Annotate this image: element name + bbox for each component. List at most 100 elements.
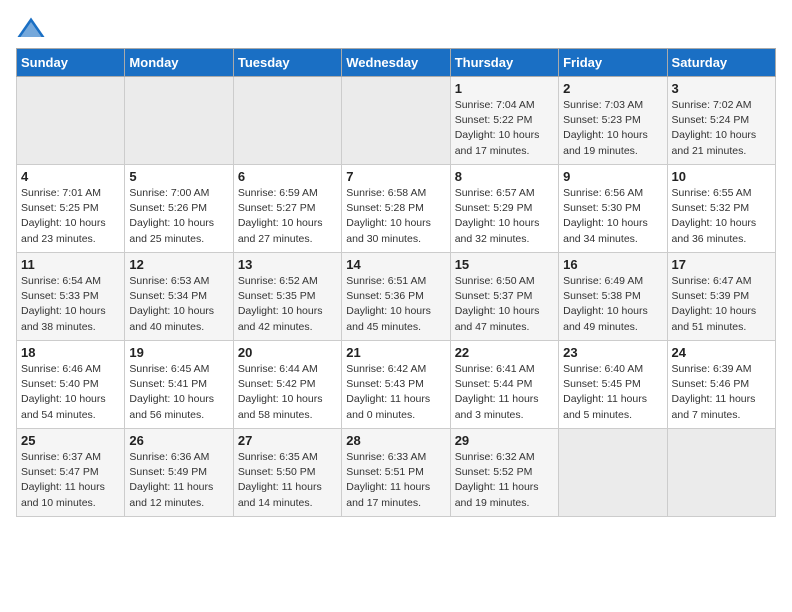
day-number: 6 (238, 169, 337, 184)
calendar-day-cell: 8 Sunrise: 6:57 AMSunset: 5:29 PMDaylight… (450, 165, 558, 253)
day-info: Sunrise: 7:00 AMSunset: 5:26 PMDaylight:… (129, 186, 228, 247)
calendar-day-cell: 25 Sunrise: 6:37 AMSunset: 5:47 PMDayligh… (17, 429, 125, 517)
day-info: Sunrise: 6:39 AMSunset: 5:46 PMDaylight:… (672, 362, 771, 423)
day-number: 18 (21, 345, 120, 360)
day-info: Sunrise: 6:33 AMSunset: 5:51 PMDaylight:… (346, 450, 445, 511)
day-info: Sunrise: 6:46 AMSunset: 5:40 PMDaylight:… (21, 362, 120, 423)
day-number: 19 (129, 345, 228, 360)
calendar-day-cell (559, 429, 667, 517)
calendar-day-cell: 20 Sunrise: 6:44 AMSunset: 5:42 PMDayligh… (233, 341, 341, 429)
day-number: 7 (346, 169, 445, 184)
day-info: Sunrise: 6:42 AMSunset: 5:43 PMDaylight:… (346, 362, 445, 423)
calendar-day-cell: 26 Sunrise: 6:36 AMSunset: 5:49 PMDayligh… (125, 429, 233, 517)
calendar-body: 1 Sunrise: 7:04 AMSunset: 5:22 PMDaylight… (17, 77, 776, 517)
calendar-day-cell: 29 Sunrise: 6:32 AMSunset: 5:52 PMDayligh… (450, 429, 558, 517)
day-number: 13 (238, 257, 337, 272)
calendar-week-row: 4 Sunrise: 7:01 AMSunset: 5:25 PMDaylight… (17, 165, 776, 253)
day-info: Sunrise: 6:45 AMSunset: 5:41 PMDaylight:… (129, 362, 228, 423)
day-number: 27 (238, 433, 337, 448)
calendar-day-cell: 3 Sunrise: 7:02 AMSunset: 5:24 PMDaylight… (667, 77, 775, 165)
calendar-day-cell (125, 77, 233, 165)
day-number: 23 (563, 345, 662, 360)
day-number: 29 (455, 433, 554, 448)
calendar-day-cell: 5 Sunrise: 7:00 AMSunset: 5:26 PMDaylight… (125, 165, 233, 253)
calendar-day-cell: 7 Sunrise: 6:58 AMSunset: 5:28 PMDaylight… (342, 165, 450, 253)
day-number: 9 (563, 169, 662, 184)
calendar-day-cell: 23 Sunrise: 6:40 AMSunset: 5:45 PMDayligh… (559, 341, 667, 429)
day-info: Sunrise: 7:03 AMSunset: 5:23 PMDaylight:… (563, 98, 662, 159)
calendar-day-cell: 15 Sunrise: 6:50 AMSunset: 5:37 PMDayligh… (450, 253, 558, 341)
day-info: Sunrise: 7:04 AMSunset: 5:22 PMDaylight:… (455, 98, 554, 159)
day-number: 17 (672, 257, 771, 272)
weekday-header-cell: Sunday (17, 49, 125, 77)
day-number: 16 (563, 257, 662, 272)
day-info: Sunrise: 6:51 AMSunset: 5:36 PMDaylight:… (346, 274, 445, 335)
calendar-week-row: 18 Sunrise: 6:46 AMSunset: 5:40 PMDayligh… (17, 341, 776, 429)
day-number: 1 (455, 81, 554, 96)
day-info: Sunrise: 6:37 AMSunset: 5:47 PMDaylight:… (21, 450, 120, 511)
day-info: Sunrise: 7:01 AMSunset: 5:25 PMDaylight:… (21, 186, 120, 247)
day-number: 3 (672, 81, 771, 96)
calendar-day-cell: 2Sunrise: 7:03 AMSunset: 5:23 PMDaylight… (559, 77, 667, 165)
day-info: Sunrise: 6:36 AMSunset: 5:49 PMDaylight:… (129, 450, 228, 511)
calendar-day-cell: 14 Sunrise: 6:51 AMSunset: 5:36 PMDayligh… (342, 253, 450, 341)
calendar-day-cell: 27 Sunrise: 6:35 AMSunset: 5:50 PMDayligh… (233, 429, 341, 517)
weekday-header-cell: Friday (559, 49, 667, 77)
calendar-day-cell: 4 Sunrise: 7:01 AMSunset: 5:25 PMDaylight… (17, 165, 125, 253)
day-info: Sunrise: 6:52 AMSunset: 5:35 PMDaylight:… (238, 274, 337, 335)
calendar-day-cell (342, 77, 450, 165)
day-number: 22 (455, 345, 554, 360)
day-number: 8 (455, 169, 554, 184)
calendar-day-cell: 1 Sunrise: 7:04 AMSunset: 5:22 PMDaylight… (450, 77, 558, 165)
day-info: Sunrise: 6:54 AMSunset: 5:33 PMDaylight:… (21, 274, 120, 335)
calendar-day-cell: 10 Sunrise: 6:55 AMSunset: 5:32 PMDayligh… (667, 165, 775, 253)
calendar-day-cell: 16 Sunrise: 6:49 AMSunset: 5:38 PMDayligh… (559, 253, 667, 341)
header (16, 16, 776, 40)
calendar-day-cell: 22 Sunrise: 6:41 AMSunset: 5:44 PMDayligh… (450, 341, 558, 429)
day-number: 5 (129, 169, 228, 184)
day-number: 28 (346, 433, 445, 448)
calendar-day-cell: 11 Sunrise: 6:54 AMSunset: 5:33 PMDayligh… (17, 253, 125, 341)
calendar-week-row: 1 Sunrise: 7:04 AMSunset: 5:22 PMDaylight… (17, 77, 776, 165)
calendar-day-cell (667, 429, 775, 517)
calendar-week-row: 25 Sunrise: 6:37 AMSunset: 5:47 PMDayligh… (17, 429, 776, 517)
calendar-day-cell: 13 Sunrise: 6:52 AMSunset: 5:35 PMDayligh… (233, 253, 341, 341)
day-number: 10 (672, 169, 771, 184)
day-info: Sunrise: 6:41 AMSunset: 5:44 PMDaylight:… (455, 362, 554, 423)
day-info: Sunrise: 6:57 AMSunset: 5:29 PMDaylight:… (455, 186, 554, 247)
day-info: Sunrise: 6:50 AMSunset: 5:37 PMDaylight:… (455, 274, 554, 335)
calendar-day-cell: 18 Sunrise: 6:46 AMSunset: 5:40 PMDayligh… (17, 341, 125, 429)
weekday-header-cell: Tuesday (233, 49, 341, 77)
day-info: Sunrise: 6:58 AMSunset: 5:28 PMDaylight:… (346, 186, 445, 247)
calendar-week-row: 11 Sunrise: 6:54 AMSunset: 5:33 PMDayligh… (17, 253, 776, 341)
day-info: Sunrise: 6:49 AMSunset: 5:38 PMDaylight:… (563, 274, 662, 335)
calendar-day-cell: 28 Sunrise: 6:33 AMSunset: 5:51 PMDayligh… (342, 429, 450, 517)
day-info: Sunrise: 6:35 AMSunset: 5:50 PMDaylight:… (238, 450, 337, 511)
day-info: Sunrise: 6:56 AMSunset: 5:30 PMDaylight:… (563, 186, 662, 247)
day-number: 12 (129, 257, 228, 272)
calendar-day-cell (17, 77, 125, 165)
weekday-header-cell: Monday (125, 49, 233, 77)
weekday-header-cell: Wednesday (342, 49, 450, 77)
day-info: Sunrise: 6:59 AMSunset: 5:27 PMDaylight:… (238, 186, 337, 247)
day-number: 24 (672, 345, 771, 360)
weekday-header-cell: Thursday (450, 49, 558, 77)
day-number: 4 (21, 169, 120, 184)
logo-icon (16, 16, 46, 40)
day-info: Sunrise: 6:55 AMSunset: 5:32 PMDaylight:… (672, 186, 771, 247)
day-number: 14 (346, 257, 445, 272)
day-info: Sunrise: 6:44 AMSunset: 5:42 PMDaylight:… (238, 362, 337, 423)
calendar-day-cell: 12Sunrise: 6:53 AMSunset: 5:34 PMDayligh… (125, 253, 233, 341)
weekday-header-row: SundayMondayTuesdayWednesdayThursdayFrid… (17, 49, 776, 77)
day-number: 11 (21, 257, 120, 272)
calendar-day-cell (233, 77, 341, 165)
day-number: 20 (238, 345, 337, 360)
day-number: 26 (129, 433, 228, 448)
day-number: 25 (21, 433, 120, 448)
day-info: Sunrise: 6:47 AMSunset: 5:39 PMDaylight:… (672, 274, 771, 335)
calendar-day-cell: 6 Sunrise: 6:59 AMSunset: 5:27 PMDaylight… (233, 165, 341, 253)
day-info: Sunrise: 7:02 AMSunset: 5:24 PMDaylight:… (672, 98, 771, 159)
day-info: Sunrise: 6:40 AMSunset: 5:45 PMDaylight:… (563, 362, 662, 423)
day-number: 15 (455, 257, 554, 272)
day-info: Sunrise: 6:32 AMSunset: 5:52 PMDaylight:… (455, 450, 554, 511)
